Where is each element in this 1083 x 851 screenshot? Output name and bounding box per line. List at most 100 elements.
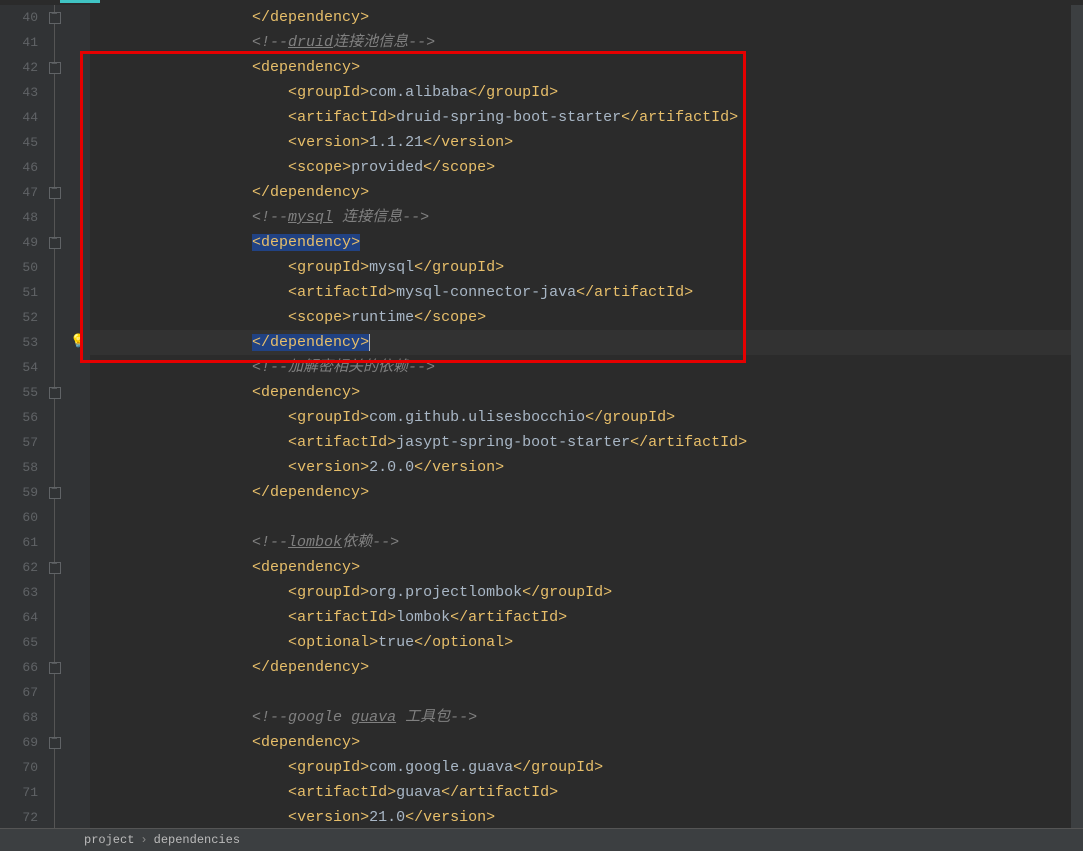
line-number[interactable]: 70 xyxy=(0,755,38,780)
code-line[interactable]: <groupId>mysql</groupId> xyxy=(90,255,1083,280)
code-line[interactable] xyxy=(90,680,1083,705)
line-number[interactable]: 66 xyxy=(0,655,38,680)
code-token: > xyxy=(360,459,369,476)
code-area[interactable]: 4041424344454647484950515253545556575859… xyxy=(0,5,1083,828)
line-number[interactable]: 62 xyxy=(0,555,38,580)
code-line[interactable]: <optional>true</optional> xyxy=(90,630,1083,655)
line-number[interactable]: 42 xyxy=(0,55,38,80)
line-number[interactable]: 58 xyxy=(0,455,38,480)
code-token: groupId xyxy=(531,759,594,776)
code-line[interactable]: <!--lombok依赖--> xyxy=(90,530,1083,555)
line-number[interactable]: 44 xyxy=(0,105,38,130)
code-token: > xyxy=(342,159,351,176)
fold-gutter[interactable] xyxy=(46,5,64,828)
code-line[interactable]: </dependency> xyxy=(90,5,1083,30)
line-number[interactable]: 64 xyxy=(0,605,38,630)
fold-toggle-icon[interactable] xyxy=(49,62,61,74)
code-token: 2.0.0 xyxy=(369,459,414,476)
code-token: artifactId xyxy=(468,609,558,626)
code-line[interactable]: <version>2.0.0</version> xyxy=(90,455,1083,480)
code-line[interactable]: <artifactId>druid-spring-boot-starter</a… xyxy=(90,105,1083,130)
line-number[interactable]: 60 xyxy=(0,505,38,530)
line-number[interactable]: 68 xyxy=(0,705,38,730)
fold-toggle-icon[interactable] xyxy=(49,187,61,199)
code-line[interactable]: <dependency> xyxy=(90,55,1083,80)
code-token: artifactId xyxy=(297,284,387,301)
code-token: > xyxy=(549,84,558,101)
code-token: dependency xyxy=(270,659,360,676)
code-line[interactable]: <!--mysql 连接信息--> xyxy=(90,205,1083,230)
code-line[interactable]: <artifactId>guava</artifactId> xyxy=(90,780,1083,805)
code-line[interactable]: <artifactId>jasypt-spring-boot-starter</… xyxy=(90,430,1083,455)
vertical-scrollbar[interactable] xyxy=(1071,5,1083,828)
code-line[interactable]: <artifactId>mysql-connector-java</artifa… xyxy=(90,280,1083,305)
line-number[interactable]: 61 xyxy=(0,530,38,555)
line-number[interactable]: 52 xyxy=(0,305,38,330)
code-line[interactable]: <dependency> xyxy=(90,555,1083,580)
fold-toggle-icon[interactable] xyxy=(49,487,61,499)
fold-toggle-icon[interactable] xyxy=(49,237,61,249)
line-number[interactable]: 59 xyxy=(0,480,38,505)
code-token: org.projectlombok xyxy=(369,584,522,601)
code-line[interactable]: <version>1.1.21</version> xyxy=(90,130,1083,155)
breadcrumb-item[interactable]: dependencies xyxy=(154,833,240,847)
line-number[interactable]: 48 xyxy=(0,205,38,230)
breadcrumb-item[interactable]: project xyxy=(84,833,134,847)
line-number[interactable]: 54 xyxy=(0,355,38,380)
fold-toggle-icon[interactable] xyxy=(49,12,61,24)
line-number-gutter[interactable]: 4041424344454647484950515253545556575859… xyxy=(0,5,46,828)
code-token: < xyxy=(288,784,297,801)
code-token: > xyxy=(477,309,486,326)
breadcrumb-bar[interactable]: project › dependencies xyxy=(0,828,1083,851)
line-number[interactable]: 63 xyxy=(0,580,38,605)
intention-bulb-icon[interactable]: 💡 xyxy=(70,334,86,349)
line-number[interactable]: 43 xyxy=(0,80,38,105)
line-number[interactable]: 56 xyxy=(0,405,38,430)
fold-toggle-icon[interactable] xyxy=(49,737,61,749)
code-line[interactable]: <dependency> xyxy=(90,230,1083,255)
line-number[interactable]: 50 xyxy=(0,255,38,280)
line-number[interactable]: 53 xyxy=(0,330,38,355)
code-line[interactable] xyxy=(90,505,1083,530)
code-line[interactable]: <!--druid连接池信息--> xyxy=(90,30,1083,55)
line-number[interactable]: 67 xyxy=(0,680,38,705)
code-line[interactable]: </dependency> xyxy=(90,655,1083,680)
line-number[interactable]: 55 xyxy=(0,380,38,405)
line-number[interactable]: 57 xyxy=(0,430,38,455)
code-token: < xyxy=(252,384,261,401)
code-token: < xyxy=(288,459,297,476)
code-token: < xyxy=(288,809,297,826)
code-line[interactable]: <!--加解密相关的依赖--> xyxy=(90,355,1083,380)
code-line[interactable]: <dependency> xyxy=(90,730,1083,755)
code-line[interactable]: <artifactId>lombok</artifactId> xyxy=(90,605,1083,630)
fold-toggle-icon[interactable] xyxy=(49,562,61,574)
line-number[interactable]: 49 xyxy=(0,230,38,255)
code-line[interactable]: <dependency> xyxy=(90,380,1083,405)
code-line[interactable]: <!--google guava 工具包--> xyxy=(90,705,1083,730)
line-number[interactable]: 65 xyxy=(0,630,38,655)
line-number[interactable]: 46 xyxy=(0,155,38,180)
code-line[interactable]: <version>21.0</version> xyxy=(90,805,1083,828)
line-number[interactable]: 40 xyxy=(0,5,38,30)
code-line[interactable]: </dependency> xyxy=(90,180,1083,205)
line-number[interactable]: 72 xyxy=(0,805,38,828)
line-number[interactable]: 45 xyxy=(0,130,38,155)
code-line[interactable]: <groupId>com.alibaba</groupId> xyxy=(90,80,1083,105)
code-line[interactable]: <scope>runtime</scope> xyxy=(90,305,1083,330)
line-number[interactable]: 71 xyxy=(0,780,38,805)
code-token: optional xyxy=(432,634,504,651)
code-line[interactable]: </dependency> xyxy=(90,480,1083,505)
code-line[interactable]: <groupId>com.google.guava</groupId> xyxy=(90,755,1083,780)
code-token: 1.1.21 xyxy=(369,134,423,151)
code-line[interactable]: <groupId>org.projectlombok</groupId> xyxy=(90,580,1083,605)
line-number[interactable]: 69 xyxy=(0,730,38,755)
line-number[interactable]: 47 xyxy=(0,180,38,205)
code-line[interactable]: <groupId>com.github.ulisesbocchio</group… xyxy=(90,405,1083,430)
code-content[interactable]: </dependency> <!--druid连接池信息--> <depende… xyxy=(90,5,1083,828)
code-line[interactable]: <scope>provided</scope> xyxy=(90,155,1083,180)
fold-toggle-icon[interactable] xyxy=(49,662,61,674)
line-number[interactable]: 51 xyxy=(0,280,38,305)
fold-toggle-icon[interactable] xyxy=(49,387,61,399)
code-line[interactable]: </dependency> xyxy=(90,330,1083,355)
line-number[interactable]: 41 xyxy=(0,30,38,55)
